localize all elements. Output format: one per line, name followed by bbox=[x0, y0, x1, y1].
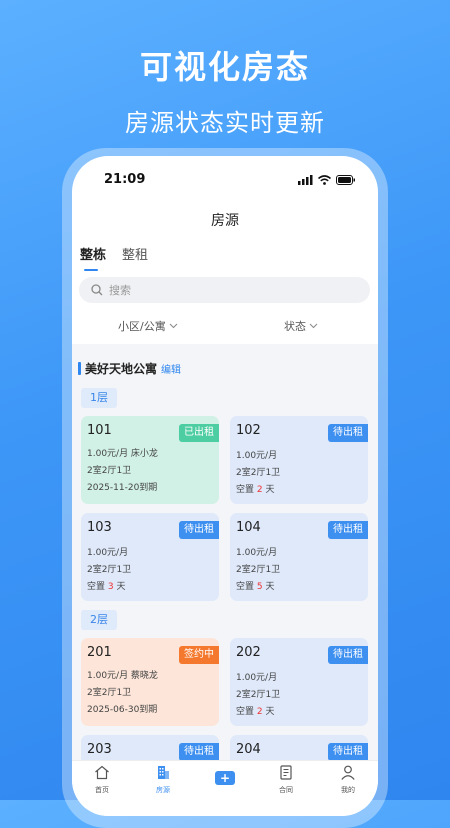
vacant-days: 空置 3 天 bbox=[87, 579, 125, 592]
vacant-suffix: 天 bbox=[262, 485, 275, 495]
room-card-101[interactable]: 101 已出租 1.00元/月 床小龙 2室2厅1卫 2025-11-20到期 bbox=[81, 416, 219, 504]
promo-title: 可视化房态 bbox=[139, 48, 310, 86]
nav-contract[interactable]: 合同 bbox=[261, 765, 311, 795]
tab-whole-building[interactable]: 整栋 bbox=[80, 244, 106, 271]
vacant-suffix: 天 bbox=[262, 582, 275, 592]
layout: 2室2厅1卫 bbox=[87, 688, 132, 698]
layout: 2室2厅1卫 bbox=[236, 690, 281, 700]
vacant-days: 空置 2 天 bbox=[236, 704, 274, 717]
room-number: 104 bbox=[236, 520, 261, 535]
chevron-down-icon bbox=[309, 323, 318, 329]
user-icon bbox=[341, 765, 355, 780]
status-icons bbox=[298, 175, 356, 185]
room-card-201[interactable]: 201 签约中 1.00元/月 蔡晓龙 2室2厅1卫 2025-06-30到期 bbox=[81, 638, 219, 726]
search-placeholder: 搜索 bbox=[109, 284, 131, 297]
rent: 1.00元/月 bbox=[236, 673, 278, 683]
vacant-suffix: 天 bbox=[262, 707, 275, 717]
building-icon bbox=[158, 766, 169, 779]
nav-label: 合同 bbox=[279, 786, 293, 794]
edit-link[interactable]: 编辑 bbox=[161, 361, 181, 376]
vacant-days: 空置 5 天 bbox=[236, 579, 274, 592]
nav-profile[interactable]: 我的 bbox=[323, 765, 373, 795]
section-marker bbox=[78, 362, 81, 375]
nav-label: 首页 bbox=[95, 786, 109, 794]
layout: 2室2厅1卫 bbox=[87, 466, 132, 476]
room-card-102[interactable]: 102 待出租 1.00元/月 2室2厅1卫 空置 2 天 bbox=[230, 416, 368, 504]
rent: 1.00元/月 bbox=[87, 548, 129, 558]
status-bar: 21:09 bbox=[72, 172, 378, 192]
filter-status[interactable]: 状态 bbox=[284, 318, 318, 334]
home-icon bbox=[95, 765, 109, 780]
floor-tag-2: 2层 bbox=[81, 610, 117, 630]
vacant-prefix: 空置 bbox=[236, 582, 257, 592]
rent: 1.00元/月 bbox=[236, 451, 278, 461]
rent-tenant: 1.00元/月 蔡晓龙 bbox=[87, 671, 158, 681]
room-card-103[interactable]: 103 待出租 1.00元/月 2室2厅1卫 空置 3 天 bbox=[81, 513, 219, 601]
search-input[interactable]: 搜索 bbox=[79, 277, 370, 303]
vacant-prefix: 空置 bbox=[236, 707, 257, 717]
status-badge: 待出租 bbox=[328, 646, 368, 664]
plus-icon: + bbox=[215, 771, 235, 785]
layout: 2室2厅1卫 bbox=[87, 565, 132, 575]
rent: 1.00元/月 bbox=[236, 548, 278, 558]
chevron-down-icon bbox=[169, 323, 178, 329]
expiry: 2025-06-30到期 bbox=[87, 705, 158, 715]
wifi-icon bbox=[318, 175, 331, 185]
room-number: 203 bbox=[87, 742, 112, 757]
building-header: 美好天地公寓 编辑 bbox=[78, 360, 181, 377]
vacant-suffix: 天 bbox=[113, 582, 126, 592]
status-badge: 待出租 bbox=[328, 521, 368, 539]
room-number: 102 bbox=[236, 423, 261, 438]
status-badge: 待出租 bbox=[328, 424, 368, 442]
nav-label: 房源 bbox=[156, 786, 170, 794]
tab-whole-rent[interactable]: 整租 bbox=[122, 244, 148, 271]
vacant-prefix: 空置 bbox=[236, 485, 257, 495]
signal-icon bbox=[298, 175, 313, 185]
status-time: 21:09 bbox=[104, 172, 146, 187]
contract-icon bbox=[280, 765, 292, 780]
nav-title: 房源 bbox=[211, 213, 239, 229]
rent-tenant: 1.00元/月 床小龙 bbox=[87, 449, 158, 459]
filter-bar: 小区/公寓 状态 bbox=[72, 318, 378, 336]
status-badge: 签约中 bbox=[179, 646, 219, 664]
room-number: 101 bbox=[87, 423, 112, 438]
filter-community[interactable]: 小区/公寓 bbox=[118, 318, 178, 334]
layout: 2室2厅1卫 bbox=[236, 468, 281, 478]
floor-tag-1: 1层 bbox=[81, 388, 117, 408]
status-badge: 待出租 bbox=[179, 743, 219, 761]
room-card-104[interactable]: 104 待出租 1.00元/月 2室2厅1卫 空置 5 天 bbox=[230, 513, 368, 601]
filter-status-label: 状态 bbox=[284, 320, 306, 333]
status-badge: 待出租 bbox=[179, 521, 219, 539]
status-badge: 待出租 bbox=[328, 743, 368, 761]
search-icon bbox=[91, 284, 103, 296]
room-number: 201 bbox=[87, 645, 112, 660]
layout: 2室2厅1卫 bbox=[236, 565, 281, 575]
room-list: 美好天地公寓 编辑 1层 101 已出租 1.00元/月 床小龙 2室2厅1卫 … bbox=[72, 344, 378, 816]
expiry: 2025-11-20到期 bbox=[87, 483, 158, 493]
filter-community-label: 小区/公寓 bbox=[118, 320, 166, 333]
nav-listings[interactable]: 房源 bbox=[138, 765, 188, 795]
vacant-days: 空置 2 天 bbox=[236, 482, 274, 495]
promo-subtitle: 房源状态实时更新 bbox=[125, 109, 325, 137]
battery-icon bbox=[336, 175, 355, 185]
room-number: 103 bbox=[87, 520, 112, 535]
status-badge: 已出租 bbox=[179, 424, 219, 442]
building-name: 美好天地公寓 bbox=[85, 362, 158, 376]
bottom-nav: 首页 房源 + 合同 我的 bbox=[72, 760, 378, 816]
phone-screen: 21:09 房源 整栋 整租 搜索 小区/公寓 状态 美好天地公寓 编辑 1层 … bbox=[72, 156, 378, 816]
nav-add[interactable]: + bbox=[200, 765, 250, 785]
vacant-prefix: 空置 bbox=[87, 582, 108, 592]
nav-home[interactable]: 首页 bbox=[77, 765, 127, 795]
nav-label: 我的 bbox=[341, 786, 355, 794]
room-card-202[interactable]: 202 待出租 1.00元/月 2室2厅1卫 空置 2 天 bbox=[230, 638, 368, 726]
tab-bar: 整栋 整租 bbox=[80, 244, 148, 271]
room-number: 202 bbox=[236, 645, 261, 660]
room-number: 204 bbox=[236, 742, 261, 757]
